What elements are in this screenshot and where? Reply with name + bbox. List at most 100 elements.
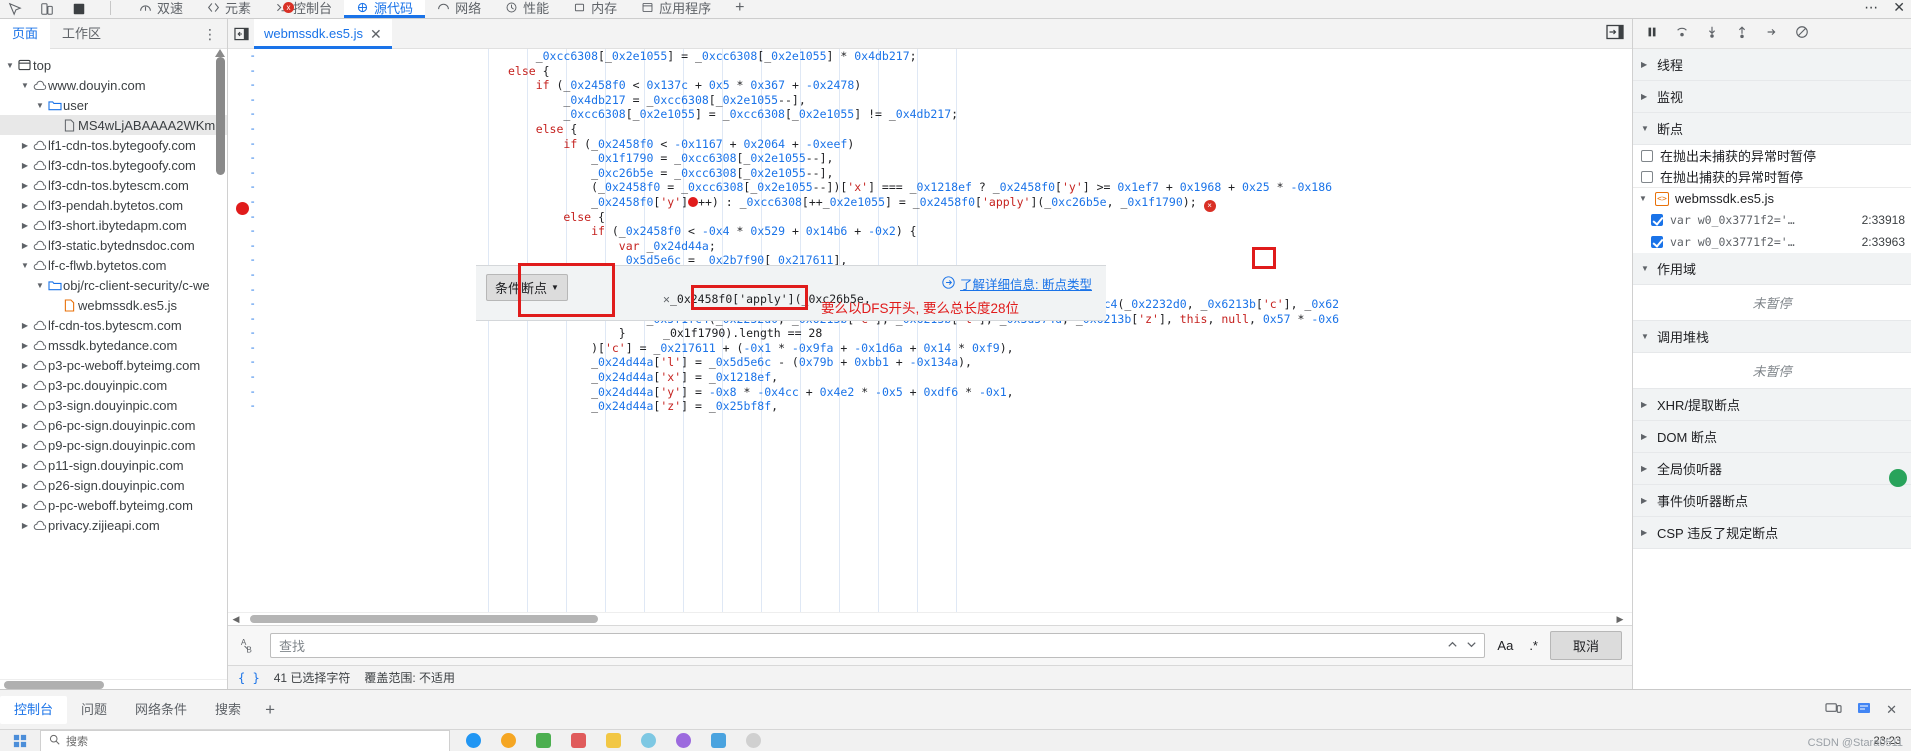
pause-option-row[interactable]: 在抛出未捕获的异常时暂停	[1633, 145, 1911, 166]
chevron-right-icon[interactable]: ▶	[1641, 60, 1651, 69]
code-line[interactable]: _0x4db217 = _0xcc6308[_0x2e1055--],	[266, 93, 1632, 108]
tree-node[interactable]: ▶ lf3-cdn-tos.bytegoofy.com	[0, 155, 227, 175]
breakpoint-file-row[interactable]: ▼ <> webmssdk.es5.js	[1633, 187, 1911, 209]
app-icon-6[interactable]	[641, 733, 656, 748]
navigator-kebab-icon[interactable]: ⋮	[203, 26, 217, 43]
app-icon-2[interactable]	[501, 733, 516, 748]
tab-network[interactable]: 网络	[425, 0, 493, 18]
code-line[interactable]: )['c'] = _0x217611 + (-0x1 * -0x9fa + -0…	[266, 341, 1632, 356]
line-number[interactable]: -	[228, 224, 266, 239]
line-number[interactable]: -	[228, 312, 266, 327]
tree-node[interactable]: ▶ p-pc-weboff.byteimg.com	[0, 495, 227, 515]
chevron-right-icon[interactable]: ▶	[19, 501, 31, 510]
app-icon-1[interactable]	[466, 733, 481, 748]
tree-node[interactable]: ▶ p3-sign.douyinpic.com	[0, 395, 227, 415]
scroll-indicator-dot[interactable]	[1889, 469, 1907, 487]
chevron-right-icon[interactable]: ▶	[1641, 528, 1651, 537]
step-into-icon[interactable]	[1705, 25, 1719, 42]
app-icon-3[interactable]	[536, 733, 551, 748]
device-toggle-icon[interactable]	[40, 2, 54, 16]
code-editor[interactable]: ------------------------- _0xcc6308[_0x2…	[228, 49, 1632, 612]
tree-node[interactable]: ▶ privacy.zijieapi.com	[0, 515, 227, 535]
popout-icon[interactable]	[1606, 24, 1624, 43]
code-line[interactable]: if (_0x2458f0 < 0x137c + 0x5 * 0x367 + -…	[266, 78, 1632, 93]
close-icon[interactable]: ✕	[1893, 0, 1905, 16]
code-line[interactable]: }	[266, 326, 1632, 341]
tab-performance[interactable]: 性能	[493, 0, 561, 18]
debugger-section-0[interactable]: ▶ 线程	[1633, 49, 1911, 81]
line-number[interactable]: -	[228, 166, 266, 181]
search-input[interactable]: 查找	[270, 633, 1486, 658]
code-line[interactable]: _0xcc6308[_0x2e1055] = _0xcc6308[_0x2e10…	[266, 107, 1632, 122]
chevron-down-icon[interactable]: ▼	[1641, 264, 1651, 273]
code-line[interactable]: else {	[266, 122, 1632, 137]
tree-node[interactable]: ▶webmssdk.es5.js	[0, 295, 227, 315]
file-tree[interactable]: ▼top▼www.douyin.com▼user▶MS4wLjABAAAA2WK…	[0, 49, 227, 679]
scroll-left-arrow[interactable]: ◀	[228, 614, 244, 625]
chevron-right-icon[interactable]: ▶	[1641, 464, 1651, 473]
tab-sources[interactable]: 源代码	[344, 0, 426, 18]
code-line[interactable]: (_0x2458f0 = _0xcc6308[_0x2e1055--])['x'…	[266, 180, 1632, 195]
line-number[interactable]: -	[228, 268, 266, 283]
conditional-breakpoint-popup[interactable]: 条件断点 ▼ ✕_0x2458f0['apply'](_0xc26b5e, _0…	[476, 265, 1106, 340]
tree-node[interactable]: ▶ p26-sign.douyinpic.com	[0, 475, 227, 495]
chevron-down-icon[interactable]	[1465, 638, 1478, 654]
debugger-section-1[interactable]: ▶ 监视	[1633, 81, 1911, 113]
checkbox[interactable]	[1651, 214, 1663, 226]
code-line[interactable]: _0xcc6308[_0x2e1055] = _0xcc6308[_0x2e10…	[266, 49, 1632, 64]
drawer-add-tab-button[interactable]: +	[255, 700, 285, 720]
chevron-right-icon[interactable]: ▶	[19, 421, 31, 430]
line-number[interactable]: -	[228, 180, 266, 195]
chevron-right-icon[interactable]: ▶	[19, 401, 31, 410]
code-line[interactable]: if (_0x2458f0 < -0x1167 + 0x2064 + -0xee…	[266, 137, 1632, 152]
debugger-section-4[interactable]: ▼ 调用堆栈	[1633, 321, 1911, 353]
chevron-right-icon[interactable]: ▶	[1641, 432, 1651, 441]
chevron-right-icon[interactable]: ▶	[19, 221, 31, 230]
checkbox[interactable]	[1651, 236, 1663, 248]
code-line[interactable]: _0xc26b5e = _0xcc6308[_0x2e1055--],	[266, 166, 1632, 181]
code-line[interactable]: _0x24d44a['y'] = -0x8 * -0x4cc + 0x4e2 *…	[266, 385, 1632, 400]
tree-node[interactable]: ▼ top	[0, 55, 227, 75]
editor-horizontal-scrollbar[interactable]: ◀ ▶	[228, 612, 1632, 625]
debugger-section-7[interactable]: ▶ 全局侦听器	[1633, 453, 1911, 485]
checkbox[interactable]	[1641, 170, 1653, 183]
regex-toggle[interactable]: .*	[1525, 638, 1542, 653]
app-icon-4[interactable]	[571, 733, 586, 748]
breakpoint-type-select[interactable]: 条件断点 ▼	[486, 274, 568, 301]
scrollbar-thumb[interactable]	[250, 615, 598, 623]
breakpoint-help-link[interactable]: 了解详细信息: 断点类型	[942, 274, 1092, 293]
drawer-tab-search[interactable]: 搜索	[201, 696, 255, 724]
chevron-down-icon[interactable]: ▼	[1641, 124, 1651, 133]
tree-node[interactable]: ▶ lf3-static.bytednsdoc.com	[0, 235, 227, 255]
tree-node[interactable]: ▶ p9-pc-sign.douyinpic.com	[0, 435, 227, 455]
tab-application[interactable]: 应用程序	[629, 0, 723, 18]
pause-option-row[interactable]: 在抛出捕获的异常时暂停	[1633, 166, 1911, 187]
tree-node[interactable]: ▶ p11-sign.douyinpic.com	[0, 455, 227, 475]
tree-node[interactable]: ▶ lf-cdn-tos.bytescm.com	[0, 315, 227, 335]
tree-node[interactable]: ▼ www.douyin.com	[0, 75, 227, 95]
line-number[interactable]: -	[228, 107, 266, 122]
line-number[interactable]: -	[228, 341, 266, 356]
line-number[interactable]: -	[228, 399, 266, 414]
tree-node[interactable]: ▼ lf-c-flwb.bytetos.com	[0, 255, 227, 275]
chevron-right-icon[interactable]: ▶	[19, 381, 31, 390]
chevron-right-icon[interactable]: ▶	[19, 481, 31, 490]
tab-network-conditions-1[interactable]: 双速	[127, 0, 195, 18]
chevron-right-icon[interactable]: ▶	[1641, 92, 1651, 101]
step-icon[interactable]	[1765, 25, 1779, 42]
tree-horizontal-scrollbar[interactable]	[0, 679, 227, 689]
deactivate-breakpoints-icon[interactable]	[1795, 25, 1809, 42]
close-icon[interactable]: ✕	[1886, 702, 1897, 718]
chevron-right-icon[interactable]: ▶	[19, 521, 31, 530]
settings-icon[interactable]	[1856, 700, 1872, 719]
app-icon-5[interactable]	[606, 733, 621, 748]
scroll-right-arrow[interactable]: ▶	[1612, 614, 1628, 625]
line-number[interactable]: -	[228, 370, 266, 385]
tree-node[interactable]: ▶ p3-pc-weboff.byteimg.com	[0, 355, 227, 375]
app-icon-8[interactable]	[711, 733, 726, 748]
code-line[interactable]: _0x24d44a['x'] = _0x1218ef,	[266, 370, 1632, 385]
tab-more[interactable]: +	[723, 0, 756, 18]
chevron-right-icon[interactable]: ▶	[1641, 496, 1651, 505]
code-line[interactable]: else {	[266, 210, 1632, 225]
taskbar-search-input[interactable]: 搜索	[40, 730, 450, 751]
